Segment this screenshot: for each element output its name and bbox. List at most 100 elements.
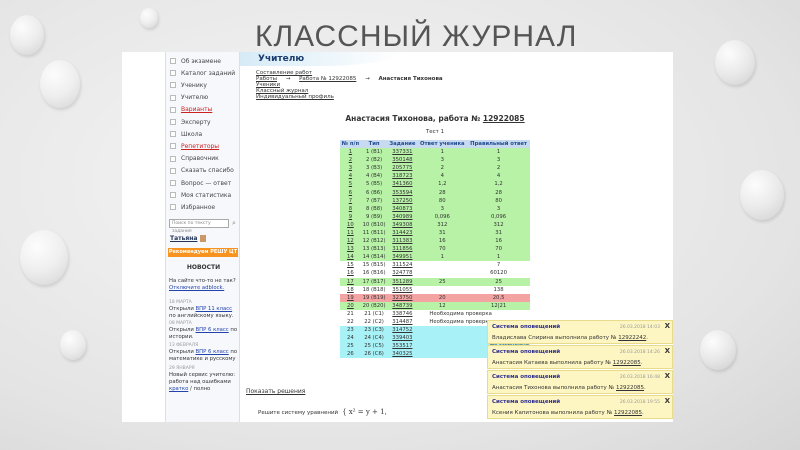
work-link[interactable]: 12922085: [616, 385, 644, 391]
task-link[interactable]: 311524: [392, 262, 412, 268]
menu-item[interactable]: Справочник: [170, 154, 219, 164]
menu-item[interactable]: Репетиторы: [170, 141, 219, 151]
task-link[interactable]: 340325: [392, 351, 412, 357]
task-link[interactable]: 311383: [392, 238, 412, 244]
news-link[interactable]: Отключите adblock.: [169, 285, 224, 291]
cell-text: 312: [493, 221, 504, 228]
task-link[interactable]: 318723: [392, 173, 412, 179]
task-link[interactable]: 340873: [392, 206, 412, 212]
menu-item-label[interactable]: Школа: [181, 131, 202, 138]
task-link[interactable]: 341360: [392, 181, 412, 187]
search-input[interactable]: Поиск по тексту задания: [169, 219, 229, 234]
news-link[interactable]: ВПР 6 класс: [196, 349, 229, 355]
cell-text: 12 (B12): [362, 238, 386, 245]
news-link[interactable]: ВПР 6 класс: [196, 327, 229, 333]
task-link[interactable]: 353594: [392, 190, 412, 196]
close-icon[interactable]: X: [665, 397, 670, 405]
table-cell: 26: [340, 350, 361, 359]
menu-item-label[interactable]: Об экзамене: [181, 58, 221, 65]
task-link[interactable]: 314423: [392, 230, 412, 236]
link-work[interactable]: Работа № 12922085: [299, 76, 356, 82]
menu-item[interactable]: Эксперту: [170, 117, 211, 127]
close-icon[interactable]: X: [665, 347, 670, 355]
checkbox-icon: [170, 143, 176, 150]
menu-item-label[interactable]: Каталог заданий: [181, 70, 235, 77]
show-solutions-link[interactable]: Показать решения: [246, 388, 305, 395]
menu-item[interactable]: Об экзамене: [170, 56, 221, 66]
task-link[interactable]: 351055: [392, 287, 412, 293]
task-link[interactable]: 348739: [392, 303, 412, 309]
menu-item[interactable]: Варианты: [170, 105, 212, 115]
table-cell: 70: [467, 245, 530, 254]
menu-item[interactable]: Школа: [170, 129, 202, 139]
task-link[interactable]: 340989: [392, 214, 412, 220]
menu-item-label[interactable]: Вопрос — ответ: [181, 180, 231, 187]
recommend-button[interactable]: Рекомендуем РЕШУ ЦТ: [168, 248, 238, 257]
table-cell: 4: [417, 172, 468, 181]
user-name[interactable]: Татьяна: [170, 235, 197, 242]
task-link[interactable]: 338746: [392, 311, 412, 317]
work-link[interactable]: 12922242: [618, 335, 646, 341]
close-icon[interactable]: X: [665, 372, 670, 380]
close-icon[interactable]: X: [665, 322, 670, 330]
task-link[interactable]: 350148: [392, 157, 412, 163]
task-link[interactable]: 337331: [392, 149, 412, 155]
menu-item[interactable]: Учителю: [170, 93, 208, 103]
news-link[interactable]: кратко: [169, 386, 188, 392]
task-link[interactable]: 351289: [392, 279, 412, 285]
task-link[interactable]: 349308: [392, 222, 412, 228]
test-name: Тест 1: [425, 129, 445, 135]
water-drop: [40, 60, 80, 108]
task-link[interactable]: 311856: [392, 246, 412, 252]
menu-item-label[interactable]: Моя статистика: [181, 192, 231, 199]
notification-title: Система оповещений: [492, 399, 561, 405]
notification-message: Ксения Капитонова выполнила работу № 129…: [492, 410, 644, 416]
task-link[interactable]: 205775: [392, 165, 412, 171]
menu-item-label[interactable]: Избранное: [181, 204, 215, 211]
task-link[interactable]: 339403: [392, 335, 412, 341]
current-student: Анастасия Тихонова: [378, 76, 443, 82]
task-link[interactable]: 353517: [392, 343, 412, 349]
table-cell: 31: [417, 228, 468, 238]
menu-item[interactable]: Моя статистика: [170, 190, 231, 200]
work-link[interactable]: 12922085: [613, 360, 641, 366]
cell-text: 1: [496, 149, 501, 156]
menu-item-label[interactable]: Сказать спасибо: [181, 167, 234, 174]
menu-item[interactable]: Каталог заданий: [170, 68, 235, 78]
task-link[interactable]: 137250: [392, 198, 412, 204]
table-cell: 24: [340, 334, 361, 343]
cell-text: 3: [348, 165, 353, 172]
table-cell: 1,2: [467, 180, 530, 189]
table-cell: 21 (C1): [361, 310, 388, 318]
cell-text: 24: [347, 335, 354, 342]
task-link[interactable]: 323750: [392, 295, 412, 301]
menu-item-label[interactable]: Варианты: [181, 106, 212, 113]
checkbox-icon: [170, 94, 176, 101]
menu-item[interactable]: Избранное: [170, 202, 215, 212]
menu-item[interactable]: Вопрос — ответ: [170, 178, 231, 188]
task-link[interactable]: 314752: [392, 327, 412, 333]
menu-item[interactable]: Сказать спасибо: [170, 166, 234, 176]
search-icon[interactable]: ⌕: [232, 219, 236, 228]
task-link[interactable]: 314487: [392, 319, 412, 325]
menu-item[interactable]: Ученику: [170, 80, 207, 90]
menu-item-label[interactable]: Эксперту: [181, 119, 211, 126]
news-link[interactable]: ВПР 11 класс: [196, 306, 233, 312]
table-cell: 340873: [387, 204, 418, 213]
link-profile[interactable]: Индивидуальный профиль: [256, 94, 334, 100]
menu-item-label[interactable]: Репетиторы: [181, 143, 219, 150]
menu-item-label[interactable]: Учителю: [181, 94, 208, 101]
table-cell: 349308: [387, 220, 418, 229]
work-number-link[interactable]: 12922085: [483, 114, 525, 123]
menu-item-label[interactable]: Ученику: [181, 82, 207, 89]
user-link[interactable]: Татьяна: [170, 235, 207, 242]
task-link[interactable]: 324778: [392, 270, 412, 276]
work-link[interactable]: 12922085: [614, 410, 642, 416]
task-link[interactable]: 349951: [392, 254, 412, 260]
table-cell: 22 (C2): [361, 318, 388, 326]
menu-item-label[interactable]: Справочник: [181, 155, 219, 162]
cell-text: 10 (B10): [362, 221, 386, 228]
table-row: 15 15 (B15) 311524 7: [340, 261, 530, 269]
table-row: 10 10 (B10) 349308 312 312: [340, 220, 530, 229]
table-cell: 137250: [387, 196, 418, 205]
